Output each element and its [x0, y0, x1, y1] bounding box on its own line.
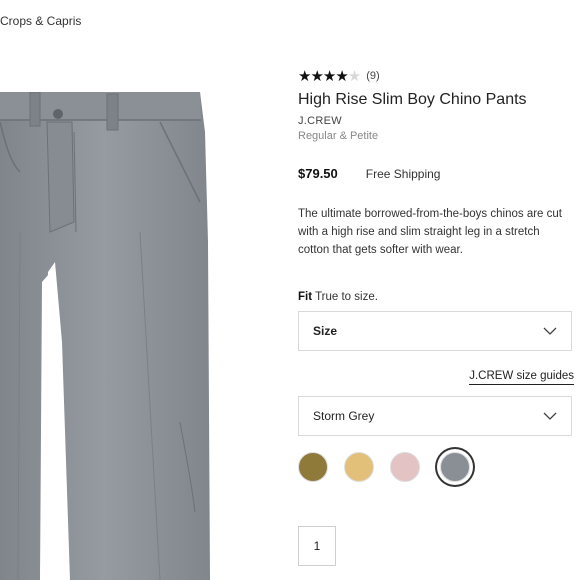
size-range-note: Regular & Petite — [298, 130, 379, 142]
swatch-olive[interactable] — [298, 452, 328, 482]
size-select-label: Size — [313, 324, 338, 338]
brand-name[interactable]: J.CREW — [298, 115, 574, 127]
color-select[interactable]: Storm Grey — [298, 396, 572, 436]
color-swatches — [298, 452, 574, 482]
review-count[interactable]: (9) — [366, 70, 379, 82]
swatch-pink[interactable] — [390, 452, 420, 482]
shipping-info: Free Shipping — [365, 167, 441, 181]
size-guide-link[interactable]: J.CREW size guides — [469, 370, 574, 385]
color-select-label: Storm Grey — [313, 409, 375, 423]
rating-stars-icon: ★★★★★ — [298, 67, 361, 85]
breadcrumb[interactable]: Crops & Capris — [0, 14, 81, 28]
product-details: ★★★★★ (9) High Rise Slim Boy Chino Pants… — [298, 66, 574, 566]
fit-value: True to size. — [315, 291, 378, 303]
chevron-down-icon — [543, 412, 557, 420]
product-description: The ultimate borrowed-from-the-boys chin… — [298, 208, 562, 256]
price: $79.50 — [298, 166, 338, 181]
product-title: High Rise Slim Boy Chino Pants — [298, 91, 527, 108]
swatch-storm-grey[interactable] — [440, 452, 470, 482]
product-image — [0, 92, 215, 580]
chevron-down-icon — [543, 327, 557, 335]
product-rating[interactable]: ★★★★★ (9) — [298, 66, 574, 86]
quantity-input[interactable]: 1 — [298, 526, 336, 566]
swatch-tan[interactable] — [344, 452, 374, 482]
size-select[interactable]: Size — [298, 311, 572, 351]
fit-info: Fit True to size. — [298, 291, 574, 303]
fit-label: Fit — [298, 291, 313, 303]
